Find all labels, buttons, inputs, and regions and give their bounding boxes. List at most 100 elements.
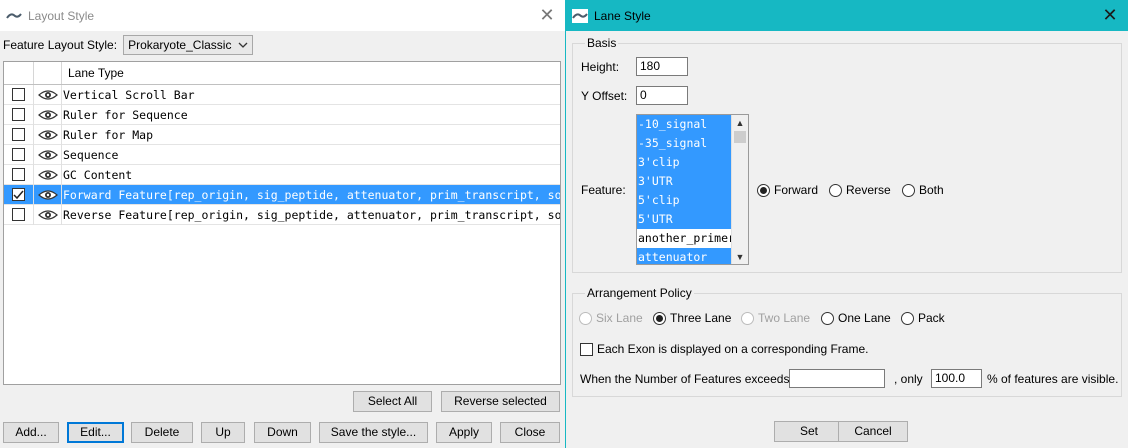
lane-style-titlebar[interactable]: Lane Style ✕	[566, 0, 1128, 31]
eye-icon	[37, 89, 58, 100]
lane-rows: Vertical Scroll Bar Ruler for Sequence Rul…	[4, 84, 560, 225]
table-row[interactable]: GC Content	[4, 164, 560, 185]
close-icon[interactable]: ✕	[1100, 5, 1120, 25]
feature-count-input[interactable]	[789, 369, 885, 388]
each-exon-checkbox[interactable]: Each Exon is displayed on a correspondin…	[580, 342, 868, 356]
row-eye-cell[interactable]	[34, 124, 62, 145]
eye-icon	[37, 129, 58, 140]
app-icon	[572, 8, 588, 23]
basis-label: Basis	[585, 36, 619, 50]
list-item[interactable]: 5'UTR	[637, 210, 732, 229]
edit-button[interactable]: Edit...	[67, 422, 124, 443]
save-style-button[interactable]: Save the style...	[319, 422, 428, 443]
three-lane-radio[interactable]: Three Lane	[653, 311, 731, 325]
lane-visible-checkbox[interactable]	[12, 88, 25, 101]
row-check-cell	[4, 124, 34, 145]
three-lane-label: Three Lane	[670, 311, 732, 325]
list-item[interactable]: 3'UTR	[637, 172, 732, 191]
radio-dot-icon	[757, 183, 770, 197]
each-exon-box	[580, 342, 593, 356]
table-row[interactable]: Forward Feature[rep_origin, sig_peptide,…	[4, 184, 560, 205]
one-lane-label: One Lane	[838, 311, 891, 325]
percent-input[interactable]: 100.0	[931, 369, 982, 388]
lane-visible-checkbox[interactable]	[12, 128, 25, 141]
lane-type-label: GC Content	[63, 167, 133, 182]
list-item[interactable]: -10_signal	[637, 115, 732, 134]
set-button[interactable]: Set	[774, 421, 844, 442]
scroll-thumb[interactable]	[734, 131, 746, 143]
apply-button[interactable]: Apply	[436, 422, 492, 443]
radio-dot-icon	[741, 311, 754, 325]
list-item[interactable]: another_primer	[637, 229, 735, 248]
up-button[interactable]: Up	[201, 422, 245, 443]
percent-suffix-label: % of features are visible.	[987, 372, 1119, 386]
lane-type-label: Vertical Scroll Bar	[63, 87, 195, 102]
row-check-cell	[4, 164, 34, 185]
list-item[interactable]: 5'clip	[637, 191, 732, 210]
yoffset-input[interactable]: 0	[636, 86, 688, 105]
add-button[interactable]: Add...	[3, 422, 59, 443]
table-row[interactable]: Vertical Scroll Bar	[4, 84, 560, 105]
row-check-cell	[4, 104, 34, 125]
scroll-up-icon[interactable]: ▲	[732, 115, 748, 130]
row-check-cell	[4, 184, 34, 205]
lane-type-label: Forward Feature[rep_origin, sig_peptide,…	[63, 187, 560, 202]
radio-dot-icon	[579, 311, 592, 325]
lane-type-header: Lane Type	[68, 66, 124, 80]
close-button[interactable]: Close	[500, 422, 560, 443]
list-item[interactable]: 3'clip	[637, 153, 732, 172]
row-eye-cell[interactable]	[34, 164, 62, 185]
feature-listbox[interactable]: -10_signal -35_signal 3'clip 3'UTR 5'clip 5'U…	[636, 114, 749, 265]
list-item[interactable]: attenuator	[637, 248, 732, 264]
lane-visible-checkbox[interactable]	[12, 208, 25, 221]
row-eye-cell[interactable]	[34, 144, 62, 165]
lane-visible-checkbox[interactable]	[12, 108, 25, 121]
cancel-button[interactable]: Cancel	[838, 421, 908, 442]
direction-forward-label: Forward	[774, 183, 819, 197]
list-item[interactable]: -35_signal	[637, 134, 732, 153]
eye-icon	[37, 209, 58, 220]
arrangement-label: Arrangement Policy	[585, 286, 694, 300]
two-lane-radio[interactable]: Two Lane	[741, 311, 810, 325]
direction-reverse-label: Reverse	[846, 183, 891, 197]
lane-visible-checkbox[interactable]	[12, 148, 25, 161]
lane-visible-checkbox[interactable]	[12, 188, 25, 201]
direction-forward-radio[interactable]: Forward	[757, 183, 818, 197]
close-icon[interactable]: ✕	[537, 5, 557, 25]
table-row[interactable]: Sequence	[4, 144, 560, 165]
delete-button[interactable]: Delete	[131, 422, 193, 443]
table-row[interactable]: Ruler for Sequence	[4, 104, 560, 125]
window-title: Lane Style	[594, 8, 651, 23]
only-label: , only	[894, 372, 923, 386]
three-lane-dot	[656, 314, 663, 322]
row-eye-cell[interactable]	[34, 84, 62, 105]
table-row[interactable]: Ruler for Map	[4, 124, 560, 145]
layout-style-titlebar[interactable]: Layout Style ✕	[0, 0, 565, 31]
feature-layout-select[interactable]: Prokaryote_Classic	[123, 35, 254, 55]
feature-scrollbar[interactable]: ▲ ▼	[731, 115, 748, 264]
direction-reverse-radio[interactable]: Reverse	[829, 183, 891, 197]
six-lane-radio[interactable]: Six Lane	[579, 311, 643, 325]
eye-icon	[37, 189, 58, 200]
height-input[interactable]: 180	[636, 57, 688, 76]
lane-visible-checkbox[interactable]	[12, 168, 25, 181]
pack-radio[interactable]: Pack	[901, 311, 945, 325]
reverse-selected-button[interactable]: Reverse selected	[441, 391, 560, 412]
table-row[interactable]: Reverse Feature[rep_origin, sig_peptide,…	[4, 204, 560, 225]
yoffset-label: Y Offset:	[581, 89, 628, 103]
header-check-col	[4, 62, 34, 84]
row-eye-cell[interactable]	[34, 184, 62, 205]
select-all-button[interactable]: Select All	[353, 391, 432, 412]
radio-dot-icon	[653, 311, 666, 325]
row-eye-cell[interactable]	[34, 104, 62, 125]
down-button[interactable]: Down	[254, 422, 311, 443]
each-exon-label: Each Exon is displayed on a correspondin…	[597, 342, 869, 356]
one-lane-radio[interactable]: One Lane	[821, 311, 891, 325]
feature-label: Feature:	[581, 183, 626, 197]
header-eye-col	[34, 62, 62, 84]
eye-icon	[37, 109, 58, 120]
feature-layout-row: Feature Layout Style: Prokaryote_Classic	[3, 35, 254, 55]
direction-both-radio[interactable]: Both	[902, 183, 944, 197]
scroll-down-icon[interactable]: ▼	[732, 249, 748, 264]
row-eye-cell[interactable]	[34, 204, 62, 225]
